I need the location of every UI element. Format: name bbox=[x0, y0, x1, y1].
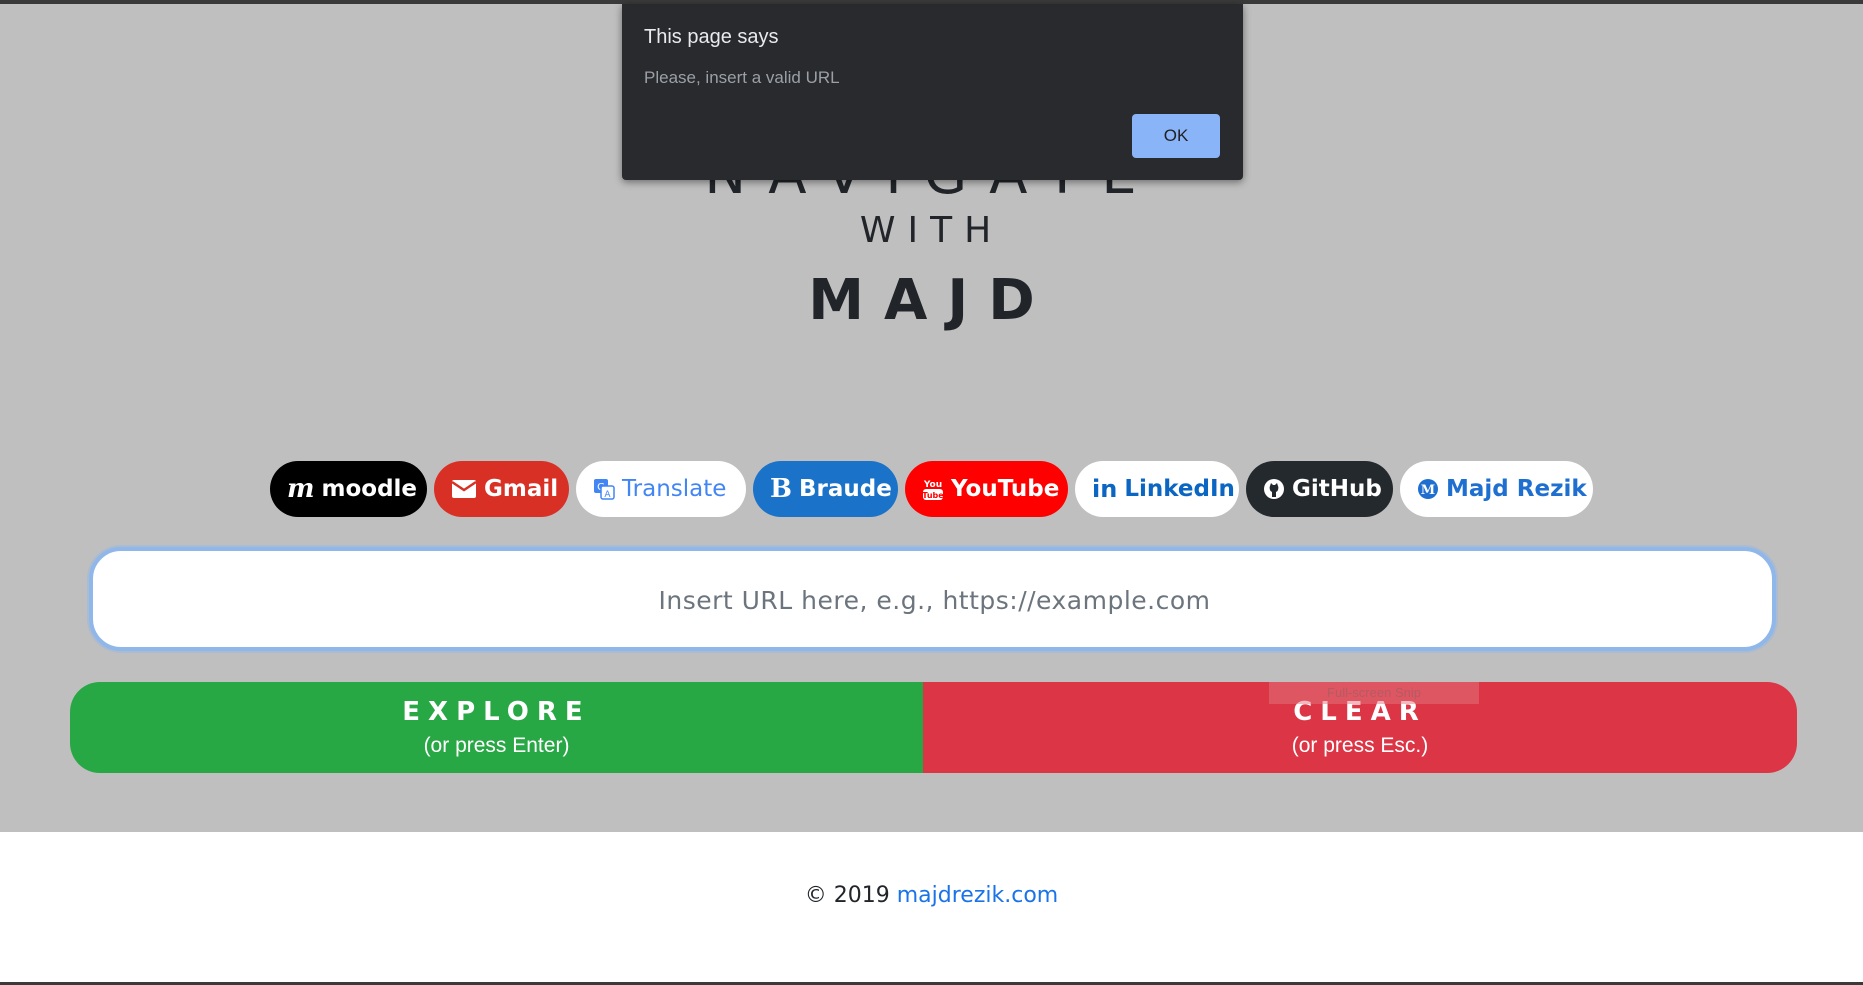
svg-text:A: A bbox=[604, 490, 611, 500]
explore-label: EXPLORE bbox=[402, 696, 591, 727]
gmail-link-button[interactable]: Gmail bbox=[434, 461, 569, 517]
linkedin-link-button[interactable]: in LinkedIn bbox=[1075, 461, 1239, 517]
clear-button[interactable]: Full-screen Snip CLEAR (or press Esc.) bbox=[923, 682, 1797, 773]
dialog-ok-button[interactable]: OK bbox=[1132, 114, 1220, 158]
quick-links-bar: m moodle Gmail GA Translate B Braude You… bbox=[270, 461, 1593, 517]
explore-hint: (or press Enter) bbox=[423, 733, 570, 757]
gmail-link-label: Gmail bbox=[484, 476, 559, 502]
majd-rezik-link-button[interactable]: M Majd Rezik bbox=[1400, 461, 1593, 517]
explore-button[interactable]: EXPLORE (or press Enter) bbox=[70, 682, 923, 773]
github-link-label: GitHub bbox=[1292, 476, 1382, 502]
linkedin-link-label: LinkedIn bbox=[1124, 476, 1235, 502]
translate-link-label: Translate bbox=[622, 476, 727, 502]
dialog-message: Please, insert a valid URL bbox=[644, 68, 840, 87]
footer: © 2019 majdrezik.com bbox=[0, 832, 1863, 982]
github-link-button[interactable]: GitHub bbox=[1246, 461, 1393, 517]
url-input[interactable] bbox=[93, 551, 1776, 649]
translate-link-button[interactable]: GA Translate bbox=[576, 461, 746, 517]
dialog-title: This page says bbox=[644, 26, 779, 48]
braude-link-label: Braude bbox=[798, 476, 892, 502]
footer-site-link[interactable]: majdrezik.com bbox=[897, 883, 1058, 908]
alert-dialog: This page says Please, insert a valid UR… bbox=[622, 4, 1243, 180]
majd-rezik-icon: M bbox=[1417, 478, 1439, 500]
clear-hint: (or press Esc.) bbox=[1291, 733, 1429, 757]
envelope-icon bbox=[451, 479, 477, 499]
majd-rezik-link-label: Majd Rezik bbox=[1446, 476, 1587, 502]
action-buttons: EXPLORE (or press Enter) Full-screen Sni… bbox=[70, 682, 1797, 773]
youtube-link-label: YouTube bbox=[951, 476, 1060, 502]
snip-tooltip: Full-screen Snip bbox=[1269, 682, 1479, 704]
youtube-icon: You Tube bbox=[922, 477, 944, 501]
braude-icon: B bbox=[770, 474, 792, 504]
github-icon bbox=[1263, 478, 1285, 500]
moodle-link-button[interactable]: m moodle bbox=[270, 461, 427, 517]
moodle-link-label: moodle bbox=[321, 476, 418, 502]
footer-text: © 2019 majdrezik.com bbox=[0, 883, 1863, 908]
url-input-container bbox=[89, 547, 1776, 651]
footer-copyright: © 2019 bbox=[804, 883, 890, 908]
braude-link-button[interactable]: B Braude bbox=[753, 461, 898, 517]
heading-line-with: WITH bbox=[859, 210, 1004, 251]
moodle-icon: m bbox=[287, 474, 315, 504]
svg-text:Tube: Tube bbox=[922, 491, 944, 500]
youtube-link-button[interactable]: You Tube YouTube bbox=[905, 461, 1068, 517]
linkedin-icon: in bbox=[1092, 475, 1118, 503]
translate-icon: GA bbox=[593, 478, 615, 500]
svg-text:You: You bbox=[923, 480, 942, 490]
heading-line-majd: MAJD bbox=[808, 268, 1055, 333]
svg-text:M: M bbox=[1421, 483, 1435, 498]
